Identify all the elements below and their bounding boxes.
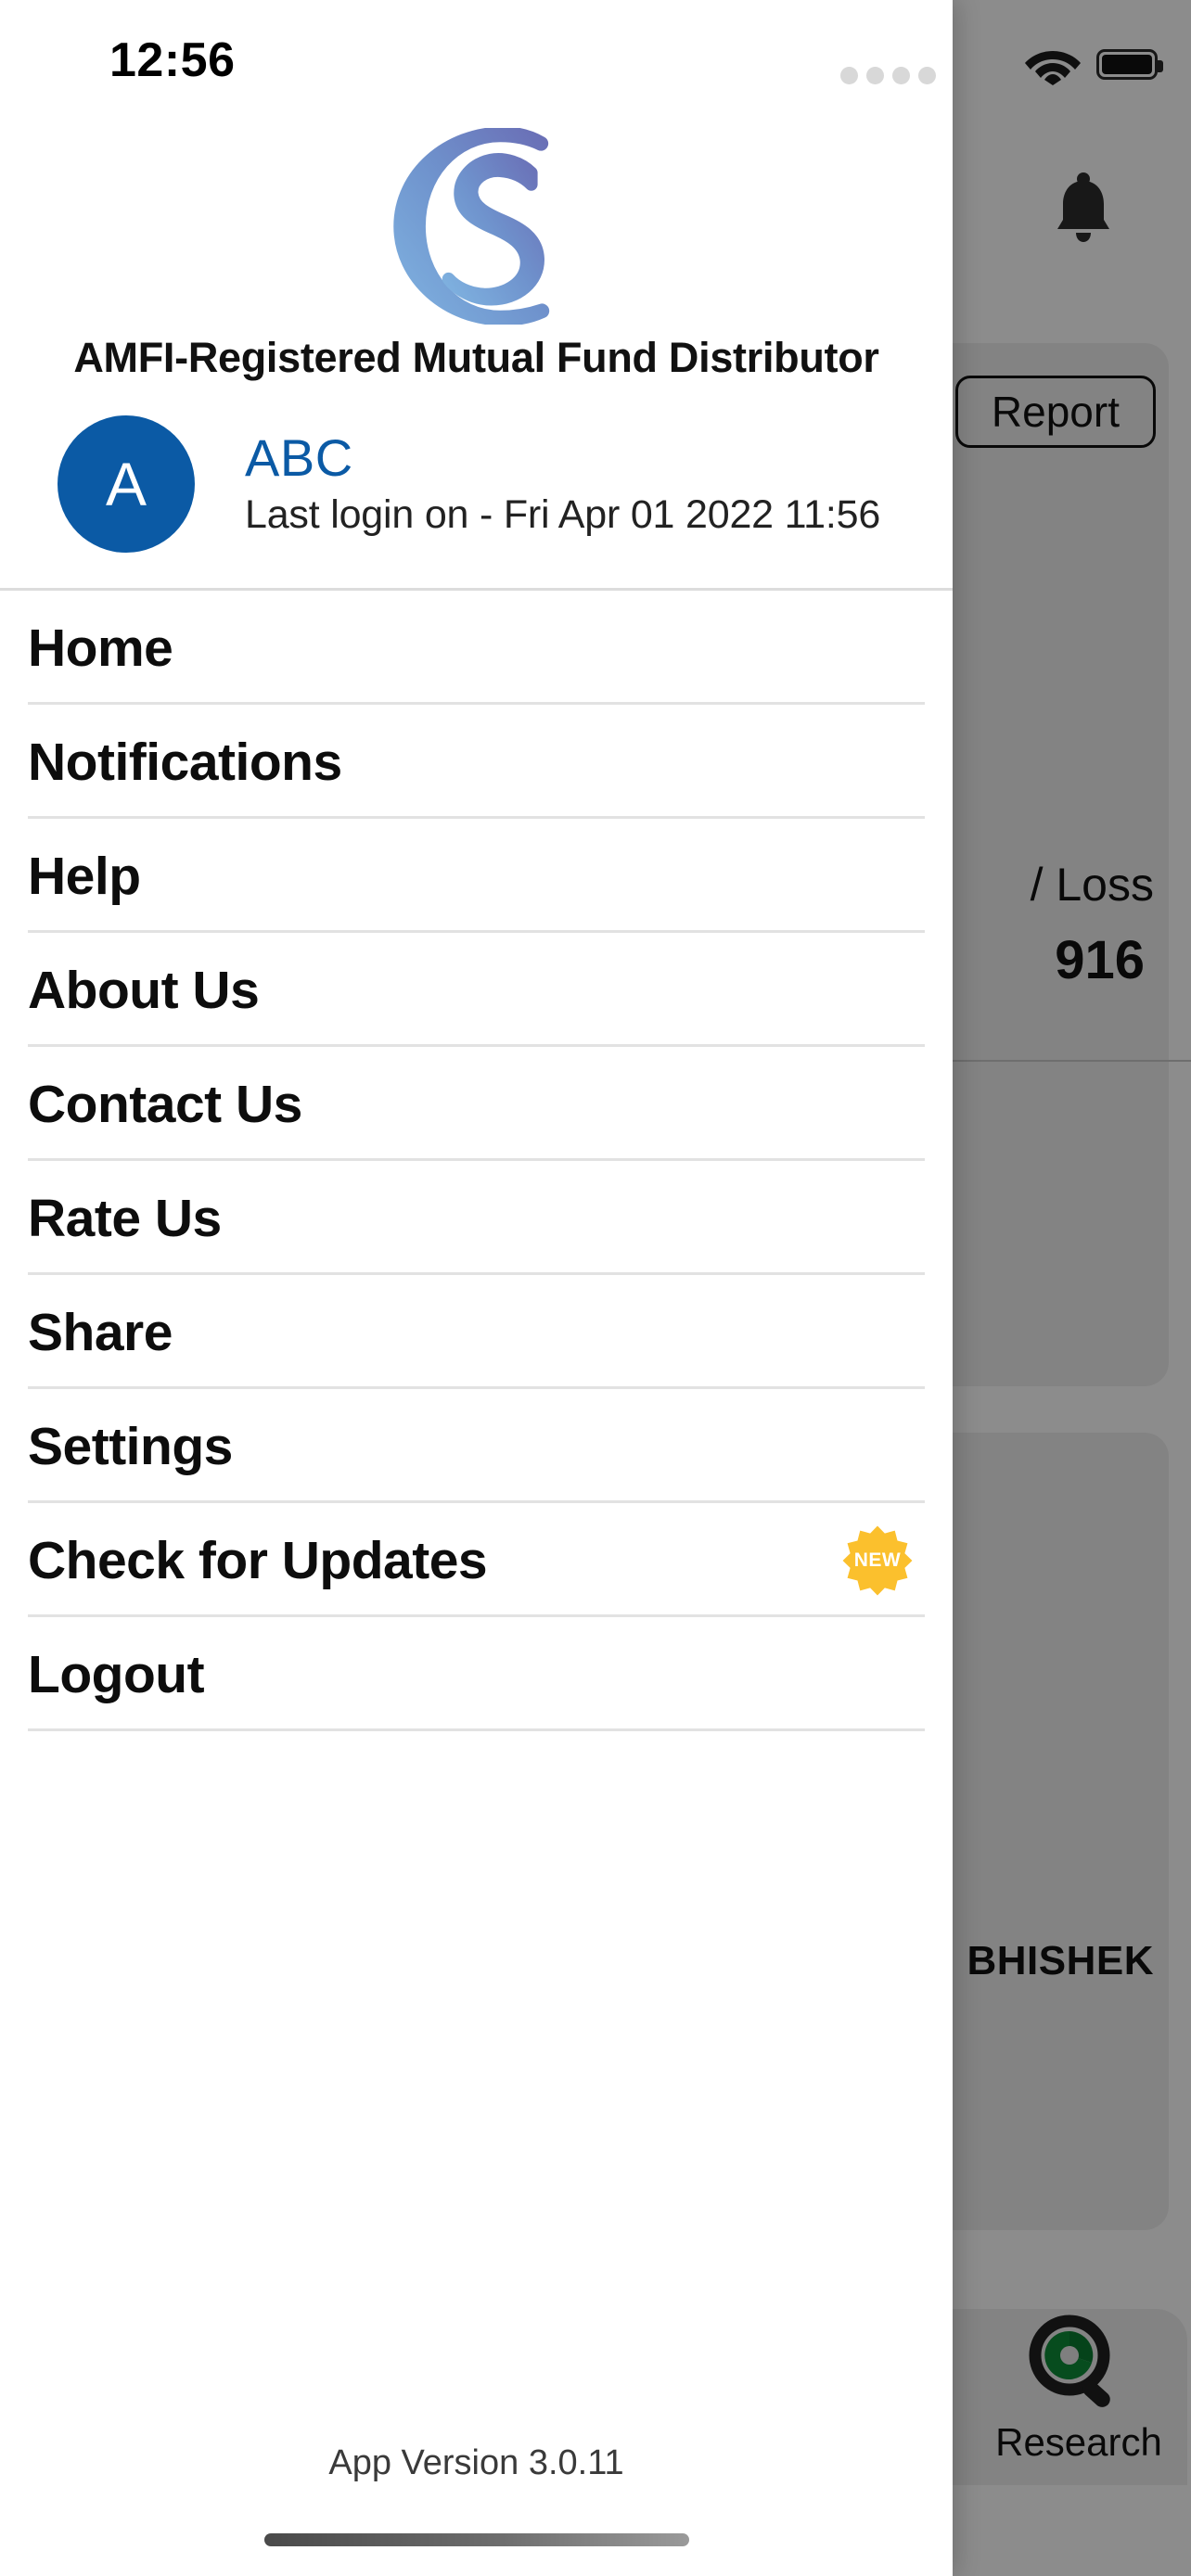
drawer-menu-item-label: Rate Us (28, 1188, 222, 1248)
avatar: A (58, 415, 195, 553)
drawer-menu-item[interactable]: Home (0, 591, 953, 705)
navigation-drawer: 12:56 AMFI-Registered Mutual Fund Distri… (0, 0, 953, 2576)
drawer-menu-item-label: Home (28, 618, 173, 678)
cs-monogram-logo (392, 128, 549, 325)
drawer-menu-item-label: About Us (28, 960, 260, 1020)
drawer-menu-item[interactable]: About Us (0, 933, 953, 1047)
brand-block: AMFI-Registered Mutual Fund Distributor (0, 102, 953, 382)
status-bar-time: 12:56 (109, 33, 236, 87)
home-indicator-area (0, 2504, 953, 2576)
drawer-menu-item-label: Settings (28, 1416, 233, 1476)
drawer-menu-item-label: Share (28, 1302, 173, 1362)
drawer-menu-item[interactable]: Contact Us (0, 1047, 953, 1161)
status-bar: 12:56 (0, 0, 953, 102)
drawer-menu-item-label: Logout (28, 1644, 205, 1704)
drawer-menu-item-label: Contact Us (28, 1074, 302, 1134)
avatar-initial: A (105, 450, 147, 518)
menu-divider (28, 1728, 925, 1731)
drawer-menu-item[interactable]: Settings (0, 1389, 953, 1503)
drawer-menu-list: Home Notifications Help About Us Contact Us R… (0, 591, 953, 1731)
drawer-spacer (0, 1731, 953, 2443)
drawer-menu-item-label: Help (28, 846, 141, 906)
signal-strength-icon (840, 67, 936, 84)
drawer-menu-item[interactable]: Logout (0, 1617, 953, 1731)
profile-text: ABC Last login on - Fri Apr 01 2022 11:5… (245, 427, 881, 538)
app-version-label: App Version 3.0.11 (328, 2443, 624, 2482)
home-indicator[interactable] (263, 2533, 689, 2546)
drawer-menu-item-label: Check for Updates (28, 1530, 488, 1590)
drawer-menu-item[interactable]: Notifications (0, 705, 953, 819)
profile-section[interactable]: A ABC Last login on - Fri Apr 01 2022 11… (0, 382, 953, 588)
drawer-menu-item[interactable]: Check for Updates NEW (0, 1503, 953, 1617)
drawer-menu-item[interactable]: Rate Us (0, 1161, 953, 1275)
profile-name: ABC (245, 427, 353, 487)
drawer-menu-item-label: Notifications (28, 732, 342, 792)
drawer-header: AMFI-Registered Mutual Fund Distributor … (0, 102, 953, 591)
brand-tagline: AMFI-Registered Mutual Fund Distributor (73, 334, 879, 381)
drawer-menu-item[interactable]: Share (0, 1275, 953, 1389)
new-badge-label: NEW (853, 1549, 902, 1571)
drawer-menu-item[interactable]: Help (0, 819, 953, 933)
new-badge: NEW (841, 1524, 914, 1597)
profile-last-login: Last login on - Fri Apr 01 2022 11:56 (245, 492, 881, 538)
